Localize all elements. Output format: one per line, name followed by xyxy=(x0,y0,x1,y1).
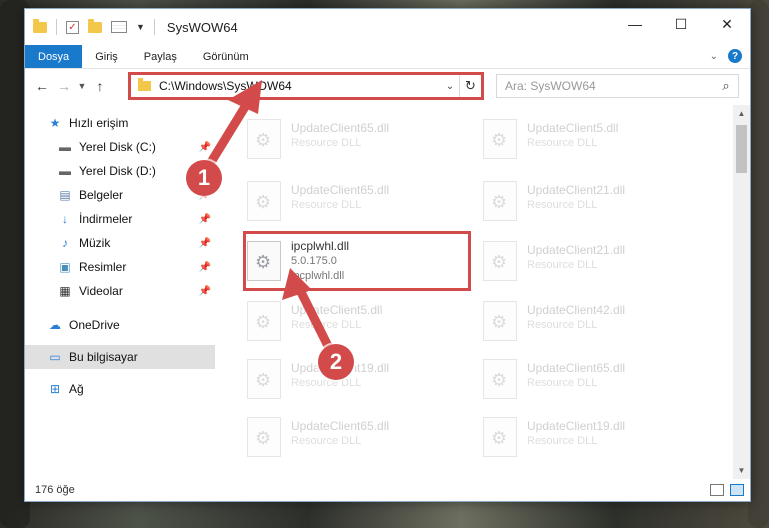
tab-home[interactable]: Giriş xyxy=(82,45,131,68)
star-icon: ★ xyxy=(49,116,61,130)
explorer-window: ✓ ▼ SysWOW64 — ☐ ✕ Dosya Giriş Paylaş Gö… xyxy=(24,8,751,502)
navigation-bar: ← → ▼ ↑ C:\Windows\SysWOW64 ⌄ ↻ Ara: Sys… xyxy=(25,71,750,101)
dll-file-icon: ⚙ xyxy=(247,417,281,457)
customize-toolbar-chevron-icon[interactable]: ▼ xyxy=(136,22,145,32)
file-highlight-box xyxy=(243,231,471,291)
computer-icon: ▭ xyxy=(49,350,61,364)
scroll-down-icon[interactable]: ▼ xyxy=(733,462,750,479)
scroll-up-icon[interactable]: ▲ xyxy=(733,105,750,122)
help-icon[interactable]: ? xyxy=(728,49,742,63)
maximize-button[interactable]: ☐ xyxy=(658,9,704,39)
details-view-icon[interactable] xyxy=(710,484,724,496)
tab-view[interactable]: Görünüm xyxy=(190,45,262,68)
search-input[interactable]: Ara: SysWOW64 xyxy=(505,79,714,93)
close-button[interactable]: ✕ xyxy=(704,9,750,39)
tab-share[interactable]: Paylaş xyxy=(131,45,190,68)
pin-icon[interactable]: 📌 xyxy=(199,286,211,297)
file-tile[interactable]: ⚙ UpdateClient5.dll Resource DLL xyxy=(247,295,467,347)
dll-file-icon: ⚙ xyxy=(483,417,517,457)
dll-file-icon: ⚙ xyxy=(483,241,517,281)
title-bar: ✓ ▼ SysWOW64 — ☐ ✕ xyxy=(25,9,750,45)
file-tile[interactable]: ⚙ UpdateClient42.dll Resource DLL xyxy=(483,295,703,347)
file-tile[interactable]: ⚙ UpdateClient65.dll Resource DLL xyxy=(247,175,467,227)
file-tile[interactable]: ⚙ UpdateClient19.dllResource DLL xyxy=(483,411,703,463)
documents-icon: ▤ xyxy=(59,188,71,202)
quick-access-toolbar: ✓ ▼ xyxy=(33,18,155,35)
dll-file-icon: ⚙ xyxy=(483,359,517,399)
folder-icon xyxy=(33,18,47,33)
drive-icon: ▬ xyxy=(59,140,71,154)
sidebar-item-music[interactable]: ♪ Müzik 📌 xyxy=(25,231,215,255)
sidebar-item-quick-access[interactable]: ★ Hızlı erişim xyxy=(25,111,215,135)
sidebar-item-pictures[interactable]: ▣ Resimler 📌 xyxy=(25,255,215,279)
sidebar-item-network[interactable]: ⊞ Ağ xyxy=(25,377,215,401)
new-folder-icon[interactable] xyxy=(88,18,102,33)
dll-file-icon: ⚙ xyxy=(483,119,517,159)
properties-icon[interactable] xyxy=(111,21,127,33)
vertical-scrollbar[interactable]: ▲ ▼ xyxy=(733,105,750,479)
sidebar-item-this-pc[interactable]: ▭ Bu bilgisayar xyxy=(25,345,215,369)
search-icon[interactable]: ⌕ xyxy=(714,78,738,94)
file-tile[interactable]: ⚙ UpdateClient65.dll Resource DLL xyxy=(247,411,467,463)
cloud-icon: ☁ xyxy=(49,318,61,332)
dll-file-icon: ⚙ xyxy=(247,119,281,159)
tiles-view-icon[interactable] xyxy=(730,484,744,496)
dll-file-icon: ⚙ xyxy=(247,301,281,341)
pin-icon[interactable]: 📌 xyxy=(199,214,211,225)
item-count: 176 öğe xyxy=(35,484,75,496)
download-icon: ↓ xyxy=(62,212,68,226)
expand-ribbon-chevron-icon[interactable]: ⌄ xyxy=(710,51,718,62)
music-icon: ♪ xyxy=(62,236,68,250)
scrollbar-thumb[interactable] xyxy=(736,125,747,173)
file-tile[interactable]: ⚙ UpdateClient21.dll Resource DLL xyxy=(483,175,703,227)
file-tile[interactable]: ⚙ UpdateClient19.dllResource DLL xyxy=(247,353,467,405)
file-tile[interactable]: ⚙ UpdateClient65.dll Resource DLL xyxy=(247,113,467,165)
step-marker-2: 2 xyxy=(318,344,354,380)
sidebar-item-onedrive[interactable]: ☁ OneDrive xyxy=(25,313,215,337)
file-tile[interactable]: ⚙ UpdateClient21.dll Resource DLL xyxy=(483,235,703,287)
status-bar: 176 öğe xyxy=(25,479,750,501)
up-arrow-icon[interactable]: ↑ xyxy=(89,75,111,97)
search-box[interactable]: Ara: SysWOW64 ⌕ xyxy=(496,74,739,98)
minimize-button[interactable]: — xyxy=(612,9,658,39)
dll-file-icon: ⚙ xyxy=(247,359,281,399)
video-icon: ▦ xyxy=(59,284,71,298)
file-tile[interactable]: ⚙ UpdateClient65.dll Resource DLL xyxy=(483,353,703,405)
window-title: SysWOW64 xyxy=(166,19,238,35)
recent-locations-chevron-icon[interactable]: ▼ xyxy=(75,75,89,97)
ribbon-tabs: Dosya Giriş Paylaş Görünüm ⌄ ? xyxy=(25,45,750,69)
pin-icon[interactable]: 📌 xyxy=(199,262,211,273)
file-list: ⚙ UpdateClient65.dll Resource DLL ⚙ Updat… xyxy=(235,105,735,479)
sidebar-item-local-disk-c[interactable]: ▬ Yerel Disk (C:) 📌 xyxy=(25,135,215,159)
dll-file-icon: ⚙ xyxy=(483,181,517,221)
sidebar-item-videos[interactable]: ▦ Videolar 📌 xyxy=(25,279,215,303)
navigation-pane: ★ Hızlı erişim ▬ Yerel Disk (C:) 📌 ▬ Yer… xyxy=(25,109,215,479)
dll-file-icon: ⚙ xyxy=(247,181,281,221)
sidebar-item-documents[interactable]: ▤ Belgeler 📌 xyxy=(25,183,215,207)
tab-file[interactable]: Dosya xyxy=(25,45,83,68)
sidebar-item-downloads[interactable]: ↓ İndirmeler 📌 xyxy=(25,207,215,231)
back-arrow-icon[interactable]: ← xyxy=(31,75,53,97)
network-icon: ⊞ xyxy=(49,382,61,396)
file-tile[interactable]: ⚙ UpdateClient5.dll Resource DLL xyxy=(483,113,703,165)
pictures-icon: ▣ xyxy=(59,260,71,274)
address-highlight-box xyxy=(128,72,484,100)
pin-icon[interactable]: 📌 xyxy=(199,142,211,153)
step-marker-1: 1 xyxy=(186,160,222,196)
properties-check-icon[interactable]: ✓ xyxy=(66,20,79,34)
drive-icon: ▬ xyxy=(59,164,71,178)
pin-icon[interactable]: 📌 xyxy=(199,238,211,249)
forward-arrow-icon[interactable]: → xyxy=(53,75,75,97)
dll-file-icon: ⚙ xyxy=(483,301,517,341)
